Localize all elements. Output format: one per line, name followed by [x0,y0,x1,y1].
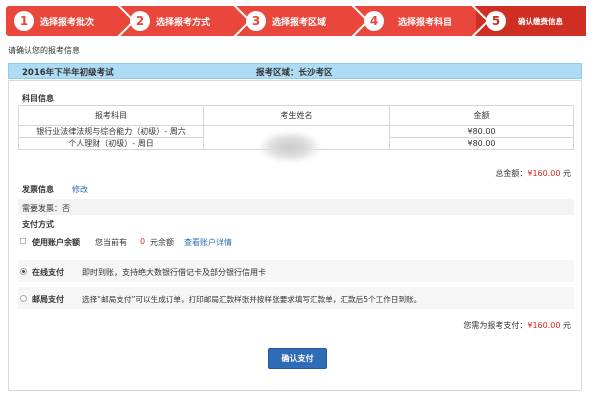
table-header-row: 报考科目 考生姓名 金额 [18,105,574,126]
confirm-pay-button[interactable]: 确认支付 [268,348,327,369]
step-5-number: 5 [486,11,506,31]
account-detail-link[interactable]: 查看账户详情 [184,237,232,248]
post-pay-radio[interactable] [20,295,27,302]
step-5-label: 确认缴费信息 [518,16,563,26]
step-3-label: 选择报考区域 [272,17,327,28]
step-4: 4 选择报考科目 [364,6,452,36]
subject-cell: 银行业法律法规与综合能力（初级）- 周六 [18,125,204,138]
balance-label: 使用账户余额 [32,238,80,247]
step-4-number: 4 [364,11,384,31]
pay-total: 您需为报考支付：¥160.00 元 [463,320,571,331]
amount-cell: ¥80.00 [389,137,574,150]
invoice-title: 发票信息 [22,185,54,194]
step-1-label: 选择报考批次 [40,17,95,28]
pay-total-value: ¥160.00 [527,321,561,330]
header-candidate-name: 考生姓名 [203,105,390,126]
step-2-number: 2 [130,11,150,31]
balance-checkbox[interactable] [20,238,26,244]
step-4-label: 选择报考科目 [398,17,453,28]
total-value: ¥160.00 [527,169,561,178]
pay-total-unit: 元 [563,321,571,330]
step-progress-bar: 1 选择报考批次 2 选择报考方式 3 选择报考区域 4 选择报考科目 5 确认… [6,6,586,36]
header-amount: 金额 [389,105,574,126]
post-pay-desc: 选择“邮局支付”可以生成订单，打印邮局汇款样张并按样张要求填写汇款单，汇款后5个… [82,295,422,304]
subjects-title: 科目信息 [22,94,54,103]
confirm-prompt: 请确认您的报考信息 [8,46,80,55]
online-pay-radio[interactable] [20,268,27,275]
invoice-edit-link[interactable]: 修改 [72,184,88,195]
pay-total-label: 您需为报考支付： [463,321,528,330]
payment-title: 支付方式 [22,220,54,229]
online-pay-desc: 即时到账，支持绝大数银行借记卡及部分银行信用卡 [82,268,266,277]
step-3-number: 3 [246,11,266,31]
step-2-label: 选择报考方式 [156,17,211,28]
exam-name: 2016年下半年初级考试 [22,68,114,78]
redacted-name-blur [260,132,320,162]
exam-header-bar: 2016年下半年初级考试 报考区域：长沙考区 [8,63,582,79]
step-3: 3 选择报考区域 [246,6,326,36]
invoice-need: 需要发票：否 [22,204,70,213]
total-label: 总金额： [495,169,528,178]
invoice-row-background [18,199,574,215]
total-unit: 元 [563,169,571,178]
amount-cell: ¥80.00 [389,125,574,138]
balance-text-post: 元余额 [150,238,174,247]
step-1: 1 选择报考批次 [14,6,94,36]
step-2: 2 选择报考方式 [130,6,210,36]
post-pay-label[interactable]: 邮局支付 [32,294,64,305]
balance-text-pre: 您当前有 [95,238,127,247]
subject-cell: 个人理财（初级）- 周日 [18,137,204,150]
step-5-current: 5 确认缴费信息 [486,6,563,36]
step-1-number: 1 [14,11,34,31]
online-pay-label[interactable]: 在线支付 [32,267,64,278]
header-subject: 报考科目 [18,105,204,126]
total-amount: 总金额：¥160.00 元 [495,168,571,179]
balance-amount: 0 [140,237,146,246]
exam-region: 报考区域：长沙考区 [256,68,333,78]
